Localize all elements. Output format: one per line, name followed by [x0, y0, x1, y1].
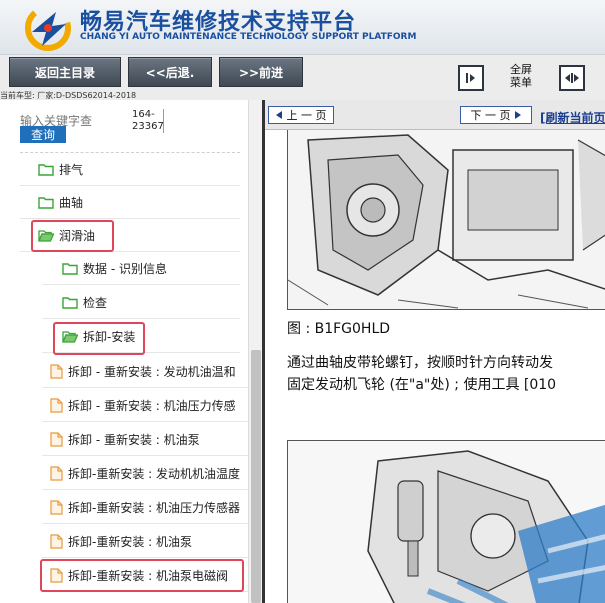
tree-item-doc-oil-pressure[interactable]: 拆卸 - 重新安装 : 机油压力传感: [42, 389, 248, 422]
tree-item-doc-oil-temp[interactable]: 拆卸 - 重新安装 : 发动机油温和: [42, 355, 248, 388]
search-code: 164- 23367: [132, 109, 164, 133]
app-subtitle: CHANG YI AUTO MAINTENANCE TECHNOLOGY SUP…: [80, 32, 417, 42]
forward-button[interactable]: >>前进: [219, 57, 303, 87]
scroll-thumb[interactable]: [251, 350, 261, 603]
tree-item-doc-engine-oil-temp[interactable]: 拆卸-重新安装 : 发动机机油温度: [42, 457, 248, 490]
page-navigation-bar: 上 一 页 下 一 页 [刷新当前页: [265, 100, 605, 130]
tree-item-label: 曲轴: [59, 195, 84, 210]
toolbar: 返回主目录 <<后退. >>前进 全屏 菜单 当前车型: 厂家:D-DSDS62…: [0, 55, 605, 100]
next-page-button[interactable]: 下 一 页: [460, 106, 532, 124]
tree-item-crankshaft[interactable]: 曲轴: [20, 186, 240, 219]
app-window: 畅易汽车维修技术支持平台 CHANG YI AUTO MAINTENANCE T…: [0, 0, 605, 603]
content-panel: 上 一 页 下 一 页 [刷新当前页 图 : B1FG0HLD 通过曲轴皮带轮螺…: [262, 100, 605, 603]
tree-item-label: 拆卸 - 重新安装 : 机油泵: [68, 432, 200, 447]
arrow-right-icon: [466, 73, 475, 83]
folder-icon: [62, 262, 78, 275]
left-panel: 输入关键字查 164- 23367 查询 排气 曲轴 润滑油 数据 - 识别信息…: [0, 100, 262, 603]
document-icon: [50, 499, 63, 515]
engine-diagram-image: [288, 130, 605, 309]
back-to-main-button[interactable]: 返回主目录: [9, 57, 121, 87]
tree-item-data-identification[interactable]: 数据 - 识别信息: [42, 252, 240, 285]
tree-item-exhaust[interactable]: 排气: [20, 153, 240, 186]
back-button[interactable]: <<后退.: [128, 57, 212, 87]
folder-icon: [62, 296, 78, 309]
document-icon: [50, 363, 63, 379]
tree-item-label: 拆卸-重新安装 : 机油压力传感器: [68, 500, 241, 515]
folder-icon: [38, 196, 54, 209]
tree-item-doc-oil-pump-2[interactable]: 拆卸-重新安装 : 机油泵: [42, 525, 248, 558]
expand-icon: [565, 73, 579, 83]
tree-item-doc-oil-pump[interactable]: 拆卸 - 重新安装 : 机油泵: [42, 423, 248, 456]
tree-item-label: 拆卸 - 重新安装 : 发动机油温和: [68, 364, 236, 379]
triangle-right-icon: [514, 111, 521, 119]
brand-logo-icon: [25, 5, 71, 51]
collapse-menu-button[interactable]: [458, 65, 484, 91]
figure-engine-top: [287, 130, 605, 310]
engine-detail-image: [288, 441, 605, 603]
folder-icon: [38, 163, 54, 176]
triangle-left-icon: [275, 111, 282, 119]
instruction-line-1: 通过曲轴皮带轮螺钉，按顺时针方向转动发: [287, 355, 553, 371]
highlight-box: [40, 559, 244, 592]
tree-item-label: 拆卸-重新安装 : 机油泵: [68, 534, 193, 549]
search-button[interactable]: 查询: [20, 126, 66, 143]
tree-item-label: 拆卸 - 重新安装 : 机油压力传感: [68, 398, 236, 413]
fullscreen-button[interactable]: [559, 65, 585, 91]
left-panel-scrollbar[interactable]: [248, 100, 262, 603]
refresh-page-link[interactable]: [刷新当前页: [540, 109, 605, 126]
tree-item-label: 数据 - 识别信息: [83, 261, 167, 276]
figure-caption: 图 : B1FG0HLD: [287, 321, 391, 337]
prev-page-button[interactable]: 上 一 页: [268, 106, 334, 124]
tree-item-label: 排气: [59, 162, 84, 177]
tree-item-label: 检查: [83, 295, 108, 310]
tree-item-inspection[interactable]: 检查: [42, 286, 240, 319]
document-icon: [50, 431, 63, 447]
figure-engine-detail: [287, 440, 605, 603]
fullscreen-menu-label[interactable]: 全屏 菜单: [506, 63, 536, 89]
highlight-box: [31, 220, 114, 252]
header: 畅易汽车维修技术支持平台 CHANG YI AUTO MAINTENANCE T…: [0, 0, 605, 55]
document-icon: [50, 397, 63, 413]
document-icon: [50, 533, 63, 549]
highlight-box: [53, 322, 145, 355]
document-icon: [50, 465, 63, 481]
tree-item-label: 拆卸-重新安装 : 发动机机油温度: [68, 466, 241, 481]
tree-item-doc-oil-pressure-sensor[interactable]: 拆卸-重新安装 : 机油压力传感器: [42, 491, 248, 524]
instruction-line-2: 固定发动机飞轮 (在"a"处) ; 使用工具 [010: [287, 377, 557, 393]
